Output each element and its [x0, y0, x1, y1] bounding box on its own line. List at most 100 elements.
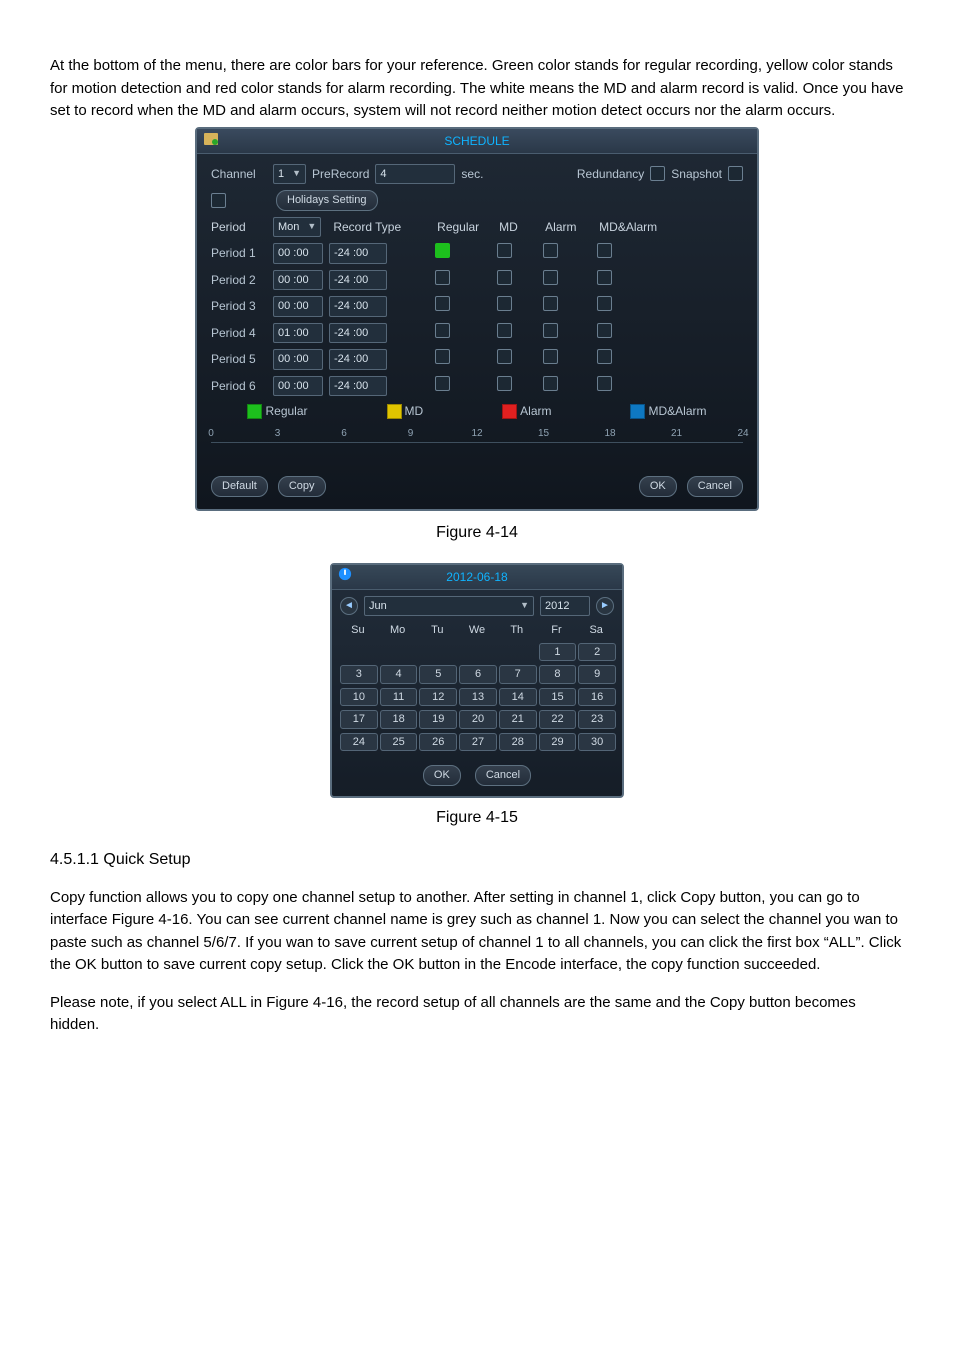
period-row: Period 600 :00-24 :00	[211, 376, 743, 397]
calendar-ok-button[interactable]: OK	[423, 765, 461, 786]
calendar-day-button[interactable]: 7	[499, 665, 537, 684]
calendar-day-button[interactable]: 14	[499, 688, 537, 707]
calendar-day-button[interactable]: 17	[340, 710, 378, 729]
snapshot-checkbox[interactable]	[728, 166, 743, 181]
calendar-day-button[interactable]: 25	[380, 733, 418, 752]
calendar-day-button[interactable]: 20	[459, 710, 497, 729]
calendar-day-button[interactable]: 24	[340, 733, 378, 752]
ok-button[interactable]: OK	[639, 476, 677, 497]
period-regular-checkbox[interactable]	[435, 376, 450, 391]
channel-select[interactable]: 1 ▼	[273, 164, 306, 185]
period-mdalarm-checkbox[interactable]	[597, 323, 612, 338]
redundancy-checkbox[interactable]	[650, 166, 665, 181]
calendar-day-button[interactable]: 26	[419, 733, 457, 752]
period-end-input[interactable]: -24 :00	[329, 270, 387, 291]
calendar-day-button[interactable]: 22	[539, 710, 577, 729]
calendar-weekday-header: Mo	[380, 622, 416, 639]
period-regular-checkbox[interactable]	[435, 270, 450, 285]
calendar-day-button[interactable]: 15	[539, 688, 577, 707]
chevron-down-icon: ▼	[292, 167, 301, 181]
period-mdalarm-checkbox[interactable]	[597, 376, 612, 391]
period-start-input[interactable]: 00 :00	[273, 296, 323, 317]
period-regular-checkbox[interactable]	[435, 323, 450, 338]
calendar-day-button[interactable]: 8	[539, 665, 577, 684]
period-alarm-checkbox[interactable]	[543, 296, 558, 311]
period-md-checkbox[interactable]	[497, 296, 512, 311]
period-regular-checkbox[interactable]	[435, 349, 450, 364]
period-start-input[interactable]: 00 :00	[273, 243, 323, 264]
calendar-day-button[interactable]: 2	[578, 643, 616, 662]
holidays-setting-button[interactable]: Holidays Setting	[276, 190, 378, 211]
calendar-day-button[interactable]: 9	[578, 665, 616, 684]
period-alarm-checkbox[interactable]	[543, 323, 558, 338]
col-alarm: Alarm	[545, 218, 593, 236]
period-md-checkbox[interactable]	[497, 349, 512, 364]
copy-button[interactable]: Copy	[278, 476, 326, 497]
calendar-day-button[interactable]: 30	[578, 733, 616, 752]
body-paragraph-2: Please note, if you select ALL in Figure…	[50, 992, 904, 1037]
intro-paragraph: At the bottom of the menu, there are col…	[50, 55, 904, 123]
period-label: Period 3	[211, 297, 267, 315]
next-month-button[interactable]: ►	[596, 597, 614, 615]
calendar-day-button[interactable]: 27	[459, 733, 497, 752]
calendar-day-button[interactable]: 28	[499, 733, 537, 752]
period-end-input[interactable]: -24 :00	[329, 296, 387, 317]
period-mdalarm-checkbox[interactable]	[597, 243, 612, 258]
period-md-checkbox[interactable]	[497, 243, 512, 258]
period-mdalarm-checkbox[interactable]	[597, 296, 612, 311]
calendar-day-button[interactable]: 29	[539, 733, 577, 752]
calendar-day-button[interactable]: 6	[459, 665, 497, 684]
calendar-day-button[interactable]: 5	[419, 665, 457, 684]
period-label: Period 2	[211, 271, 267, 289]
calendar-day-button[interactable]: 4	[380, 665, 418, 684]
period-mdalarm-checkbox[interactable]	[597, 349, 612, 364]
calendar-day-button[interactable]: 11	[380, 688, 418, 707]
period-start-input[interactable]: 00 :00	[273, 376, 323, 397]
period-md-checkbox[interactable]	[497, 376, 512, 391]
prev-month-button[interactable]: ◄	[340, 597, 358, 615]
calendar-title-text: 2012-06-18	[446, 570, 507, 584]
period-label: Period 5	[211, 350, 267, 368]
calendar-weekday-header: We	[459, 622, 495, 639]
period-start-input[interactable]: 00 :00	[273, 270, 323, 291]
period-regular-checkbox[interactable]	[435, 296, 450, 311]
period-start-input[interactable]: 00 :00	[273, 349, 323, 370]
legend-md: MD	[387, 402, 424, 420]
calendar-day-button[interactable]: 13	[459, 688, 497, 707]
legend-alarm: Alarm	[502, 402, 551, 420]
period-md-checkbox[interactable]	[497, 270, 512, 285]
calendar-day-button[interactable]: 21	[499, 710, 537, 729]
calendar-day-button[interactable]: 18	[380, 710, 418, 729]
calendar-day-button[interactable]: 19	[419, 710, 457, 729]
period-md-checkbox[interactable]	[497, 323, 512, 338]
period-alarm-checkbox[interactable]	[543, 243, 558, 258]
calendar-day-button[interactable]: 3	[340, 665, 378, 684]
weekday-select[interactable]: Mon ▼	[273, 217, 321, 238]
calendar-day-button[interactable]: 10	[340, 688, 378, 707]
period-alarm-checkbox[interactable]	[543, 376, 558, 391]
period-end-input[interactable]: -24 :00	[329, 323, 387, 344]
calendar-day-button[interactable]: 16	[578, 688, 616, 707]
period-end-input[interactable]: -24 :00	[329, 243, 387, 264]
period-mdalarm-checkbox[interactable]	[597, 270, 612, 285]
calendar-day-button[interactable]: 23	[578, 710, 616, 729]
month-select[interactable]: Jun ▼	[364, 596, 534, 617]
holidays-master-checkbox[interactable]	[211, 193, 226, 208]
default-button[interactable]: Default	[211, 476, 268, 497]
period-alarm-checkbox[interactable]	[543, 270, 558, 285]
calendar-weekday-header: Tu	[419, 622, 455, 639]
calendar-day-button[interactable]: 12	[419, 688, 457, 707]
timeline-tick: 21	[665, 426, 689, 441]
period-start-input[interactable]: 01 :00	[273, 323, 323, 344]
period-end-input[interactable]: -24 :00	[329, 376, 387, 397]
calendar-day-button[interactable]: 1	[539, 643, 577, 662]
period-alarm-checkbox[interactable]	[543, 349, 558, 364]
cancel-button[interactable]: Cancel	[687, 476, 743, 497]
month-value: Jun	[369, 598, 387, 615]
calendar-cancel-button[interactable]: Cancel	[475, 765, 531, 786]
year-input[interactable]: 2012	[540, 596, 590, 617]
prerecord-input[interactable]: 4	[375, 164, 455, 185]
period-regular-checkbox[interactable]	[435, 243, 450, 258]
period-end-input[interactable]: -24 :00	[329, 349, 387, 370]
legend-mdalarm: MD&Alarm	[630, 402, 706, 420]
